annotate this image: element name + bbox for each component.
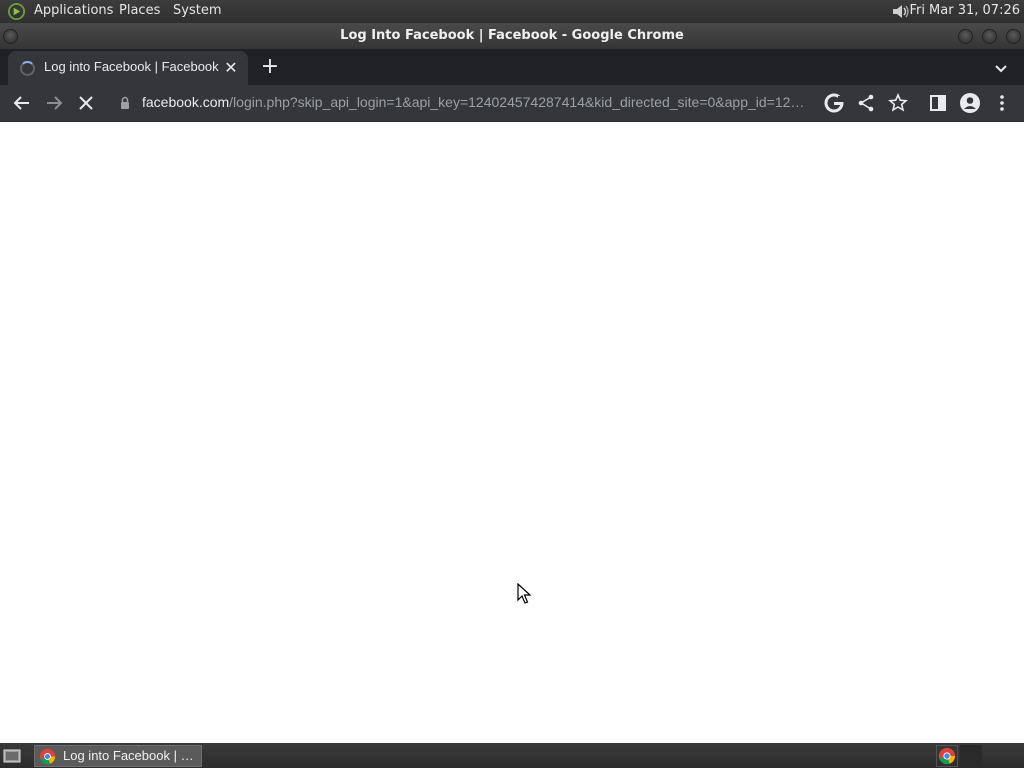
maximize-button[interactable] <box>982 29 997 44</box>
clock[interactable]: Fri Mar 31, 07:26 <box>909 3 1020 18</box>
bottom-panel: Log into Facebook | … <box>0 743 1024 768</box>
lock-icon[interactable] <box>118 96 132 110</box>
side-panel-icon[interactable] <box>926 91 950 115</box>
close-window-button[interactable] <box>1006 29 1021 44</box>
mouse-cursor-icon <box>517 583 531 604</box>
minimize-button[interactable] <box>958 29 973 44</box>
share-icon[interactable] <box>854 91 878 115</box>
distro-logo-icon[interactable] <box>7 2 26 21</box>
stop-loading-icon[interactable] <box>74 91 98 115</box>
bookmark-star-icon[interactable] <box>886 91 910 115</box>
tab-facebook-login[interactable]: Log into Facebook | Facebook ✕ <box>8 51 248 85</box>
workspace-switcher-1[interactable] <box>936 745 958 767</box>
url-path: /login.php?skip_api_login=1&api_key=1240… <box>229 94 805 110</box>
window-title: Log Into Facebook | Facebook - Google Ch… <box>340 28 684 43</box>
menu-system[interactable]: System <box>173 3 221 18</box>
taskbar-item-chrome[interactable]: Log into Facebook | … <box>34 745 202 767</box>
top-panel: Applications Places System Fri Mar 31, 0… <box>0 0 1024 23</box>
page-content[interactable] <box>0 121 1024 743</box>
tab-close-icon[interactable]: ✕ <box>222 59 240 77</box>
loading-spinner-icon <box>20 61 35 76</box>
address-bar[interactable]: facebook.com/login.php?skip_api_login=1&… <box>106 88 852 118</box>
profile-avatar-icon[interactable] <box>958 91 982 115</box>
more-menu-icon[interactable] <box>990 91 1014 115</box>
url-text[interactable]: facebook.com/login.php?skip_api_login=1&… <box>142 94 822 110</box>
chrome-icon <box>938 747 956 765</box>
chrome-icon <box>39 748 56 765</box>
window-titlebar[interactable]: Log Into Facebook | Facebook - Google Ch… <box>0 23 1024 49</box>
workspace-switcher-2[interactable] <box>960 745 982 767</box>
menu-applications[interactable]: Applications <box>34 3 113 18</box>
new-tab-button[interactable]: + <box>258 56 282 80</box>
taskbar-item-label: Log into Facebook | … <box>63 748 194 763</box>
tab-title: Log into Facebook | Facebook <box>44 59 219 74</box>
browser-toolbar: facebook.com/login.php?skip_api_login=1&… <box>0 85 1024 121</box>
menu-places[interactable]: Places <box>119 3 160 18</box>
show-desktop-icon[interactable] <box>2 747 22 765</box>
tab-strip: Log into Facebook | Facebook ✕ + <box>0 49 1024 85</box>
url-host: facebook.com <box>142 94 230 110</box>
google-lens-icon[interactable] <box>822 91 846 115</box>
tab-search-chevron-icon[interactable] <box>990 57 1012 79</box>
back-arrow-icon[interactable] <box>10 91 34 115</box>
forward-arrow-icon[interactable] <box>42 91 66 115</box>
